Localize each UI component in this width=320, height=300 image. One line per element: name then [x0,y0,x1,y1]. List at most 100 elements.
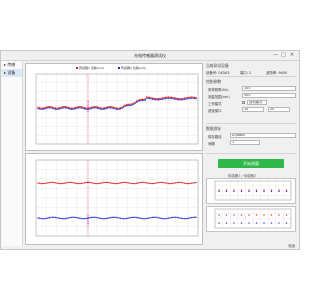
series2-point [128,217,130,219]
series1-point [104,107,106,109]
series2-point [88,108,90,110]
mini-series1-point [248,189,250,191]
series2-point [138,100,141,102]
series1-point [80,106,83,108]
series1-point [40,107,42,109]
series1-point [49,181,51,184]
series2-point [138,217,141,219]
maximize-icon[interactable]: □ [281,51,286,60]
series2-point [163,218,165,220]
series1-point [140,98,142,101]
series1-point [127,103,129,105]
series2-point [72,216,74,218]
series1-point [60,182,62,185]
series1-point [147,96,149,98]
device-group-title: 当前测试设备 [206,63,229,68]
series2-point [104,108,106,110]
series2-point [191,97,193,99]
series2-point [191,217,193,219]
series1-point [120,182,122,184]
series2-point [67,217,70,219]
start-measure-button[interactable]: 开始测量 [218,159,284,168]
series1-point [154,182,157,184]
series1-point [83,182,85,184]
series1-point [37,106,39,108]
series2-point [79,107,81,109]
series2-point [111,216,113,219]
interval-input[interactable]: 1 [230,140,260,145]
series2-point [93,216,96,218]
mini-series1-point [255,189,258,191]
series1-point [115,107,117,109]
series1-point [153,182,155,185]
bottom-chart[interactable]: 12:04:02 [25,153,203,245]
series2-point [122,218,125,220]
mode-checkbox[interactable] [242,101,245,104]
series2-point [54,108,56,110]
series1-point [38,107,41,109]
series1-point [138,99,141,101]
mode-select[interactable]: 自动模式 [247,100,267,105]
series1-point [78,106,80,108]
series2-point [121,217,123,220]
series2-point [160,217,162,219]
series2-point [127,217,129,219]
series1-point [85,107,87,109]
series1-point [102,182,104,184]
series2-point [38,217,41,219]
series1-point [47,182,49,184]
series2-point [120,108,122,110]
series1-point [124,181,126,184]
series2-point [96,217,99,219]
series2-point [189,217,191,219]
series1-point [131,182,133,185]
series2-point [175,98,177,100]
series1-point [130,182,132,184]
sidebar: ▸ 传感 ▸ 设备 [2,61,23,246]
mini-series1-point [278,189,280,191]
series2-point [154,216,157,218]
series1-point [82,182,84,184]
series2-point [109,217,112,219]
series1-point [108,106,110,108]
series1-point [136,182,138,184]
filter-min-input[interactable]: 10 [242,107,264,112]
series2-point [101,217,103,220]
mini-chart-bottom [206,206,296,232]
series1-point [180,98,183,100]
close-icon[interactable]: ✕ [290,51,294,60]
series2-point [130,217,132,219]
series2-point [185,218,187,220]
series2-point [162,217,164,220]
series2-point [66,217,68,219]
series2-point [115,108,117,110]
series1-point [150,97,152,99]
series2-point [86,217,88,219]
series2-point [157,217,159,219]
filter-max-input[interactable]: 20 [268,107,290,112]
series2-point [72,108,74,110]
series2-point [180,99,183,101]
series2-point [62,218,64,220]
mini-series1-point [263,189,265,191]
series1-point [66,106,68,108]
range-input[interactable]: 500 [242,93,296,98]
freq-input[interactable]: 100 [242,86,296,91]
series1-point [89,181,91,184]
series2-point [169,217,171,219]
series1-point [189,182,191,185]
sidebar-item-sensor[interactable]: ▸ 传感 [2,61,22,69]
top-chart[interactable]: 传感器1 位移(nm) 传感器2 位移(nm) 12:04:02 [25,63,203,151]
mini-series1-point [233,214,235,216]
path-select[interactable]: D:\data [230,133,296,138]
series1-point [166,182,168,184]
series2-point [128,104,130,107]
series2-point [98,217,100,219]
series2-point [91,216,93,219]
sidebar-item-device[interactable]: ▸ 设备 [2,69,22,77]
mini-series2-point [225,190,228,193]
series2-point [99,108,101,110]
series2-point [92,107,94,109]
series1-point [137,99,139,101]
minimize-icon[interactable]: — [273,51,278,60]
